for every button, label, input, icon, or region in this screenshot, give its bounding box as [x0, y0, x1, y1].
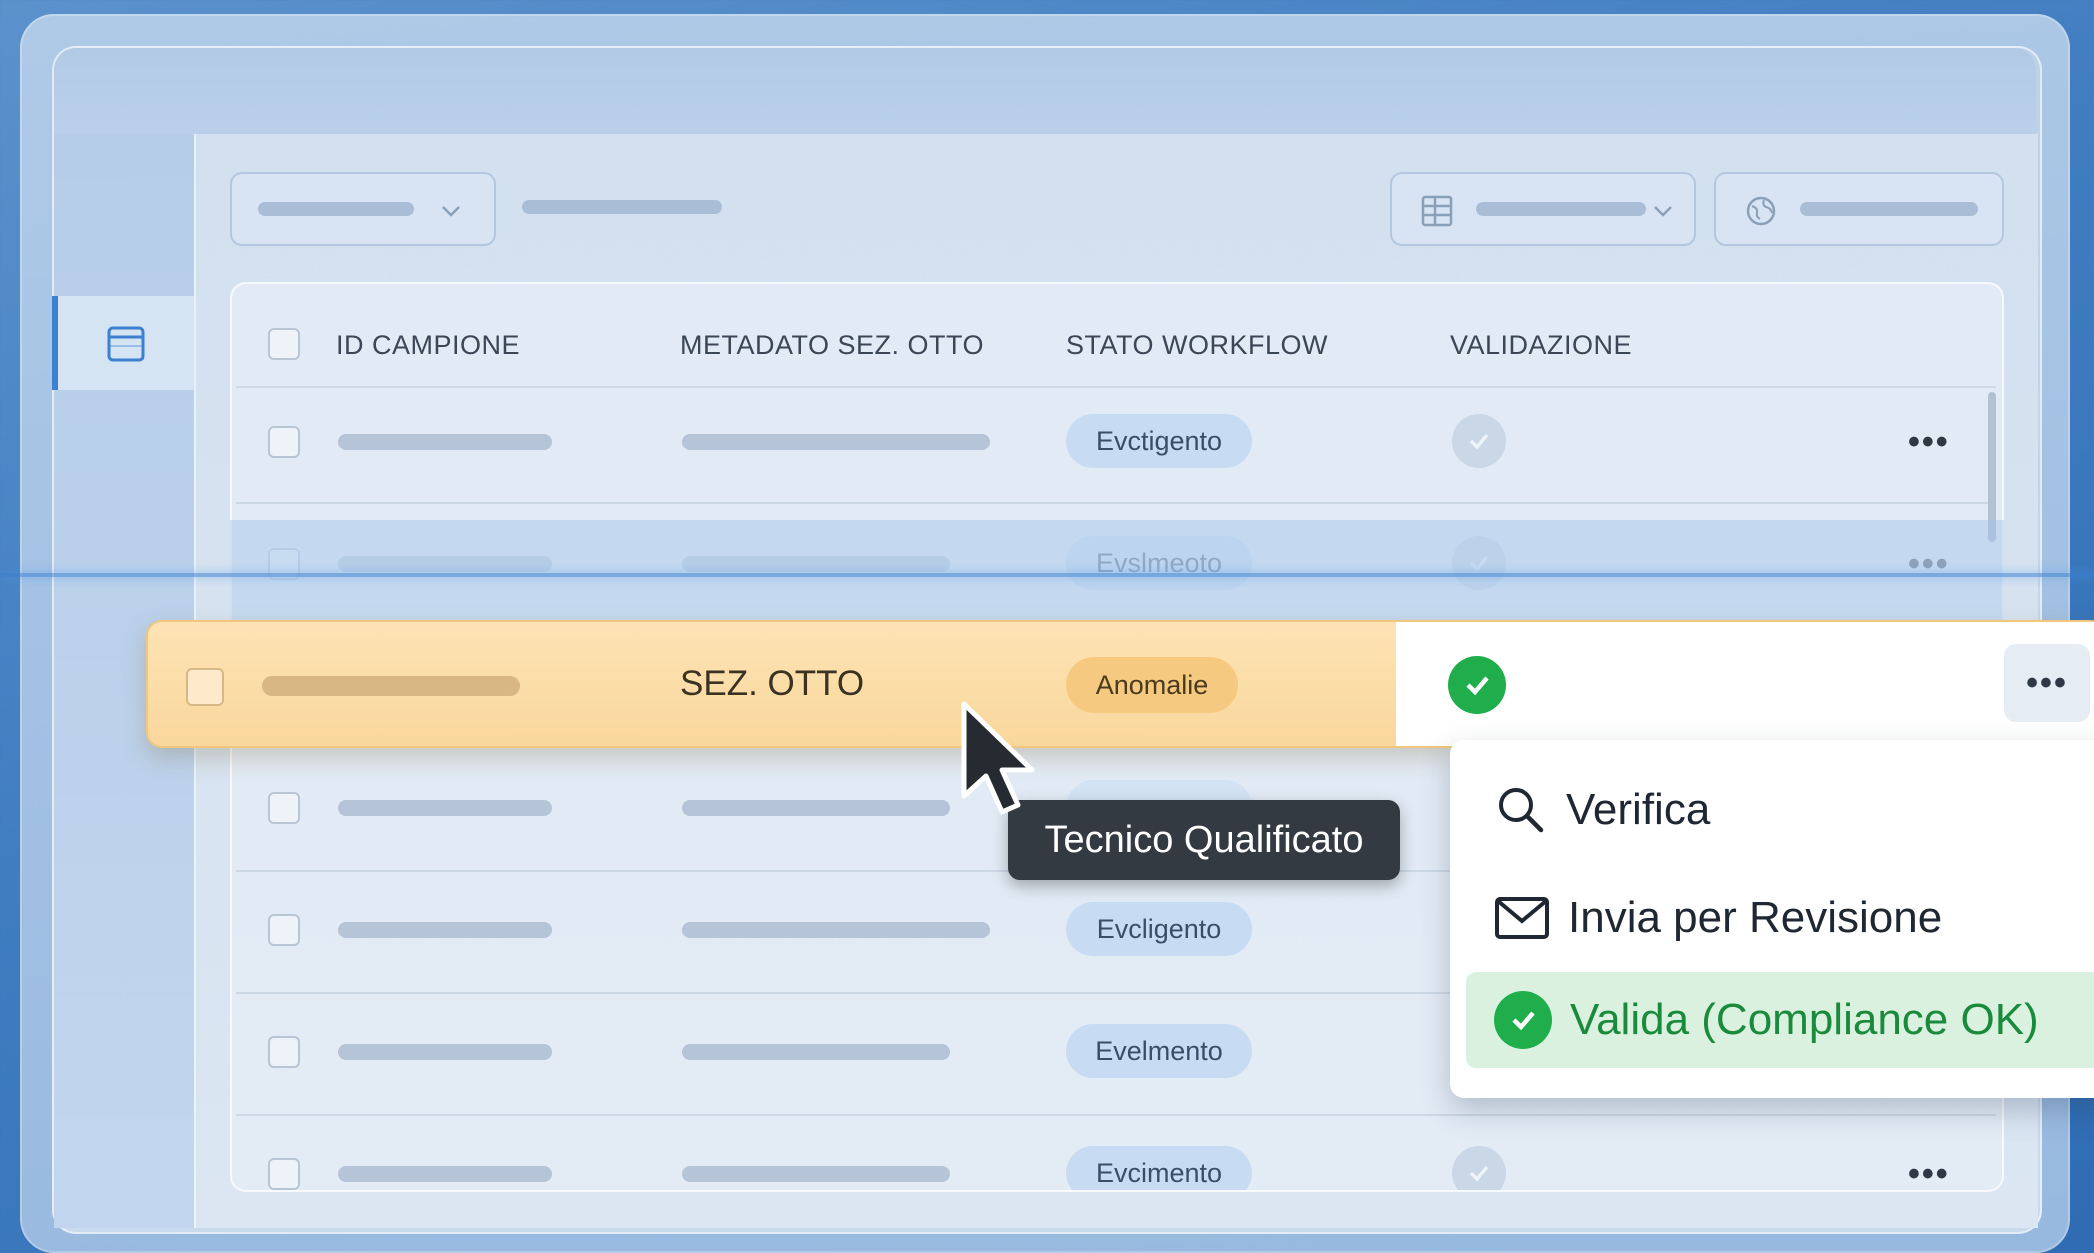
chevron-down-icon — [1654, 206, 1672, 217]
column-header-validation[interactable]: VALIDAZIONE — [1450, 330, 1632, 361]
menu-item-verify[interactable]: Verifica — [1450, 762, 2094, 858]
status-badge: Evcligento — [1066, 902, 1252, 956]
row-checkbox[interactable] — [268, 426, 300, 458]
menu-item-label: Invia per Revisione — [1568, 893, 1943, 942]
row-checkbox[interactable] — [186, 668, 224, 706]
column-header-status[interactable]: STATO WORKFLOW — [1066, 330, 1328, 361]
id-placeholder — [338, 800, 552, 816]
status-badge: Evcimento — [1066, 1146, 1252, 1190]
globe-button[interactable] — [1714, 172, 2004, 246]
metadata-placeholder — [682, 1044, 950, 1060]
id-placeholder — [262, 676, 520, 696]
divider — [236, 502, 1996, 504]
row-checkbox[interactable] — [268, 914, 300, 946]
validation-check-icon — [1452, 1146, 1506, 1190]
row-checkbox[interactable] — [268, 1158, 300, 1190]
chevron-down-icon — [442, 206, 460, 217]
validation-check-icon — [1452, 414, 1506, 468]
validated-check-icon — [1448, 656, 1506, 714]
metadata-placeholder — [682, 922, 990, 938]
menu-item-send-review[interactable]: Invia per Revisione — [1450, 870, 2094, 966]
metadata-placeholder — [682, 1166, 950, 1182]
metadata-placeholder — [682, 434, 990, 450]
metadata-placeholder — [682, 800, 950, 816]
id-placeholder — [338, 1044, 552, 1060]
menu-item-label: Valida (Compliance OK) — [1570, 995, 2039, 1044]
grid-icon — [1421, 195, 1453, 227]
divider — [236, 386, 1996, 388]
toolbar-placeholder — [522, 200, 722, 214]
user-tooltip: Tecnico Qualificato — [1008, 800, 1400, 880]
column-header-metadata[interactable]: METADATO SEZ. OTTO — [680, 330, 984, 361]
overlay-band — [230, 520, 2004, 620]
id-placeholder — [338, 1166, 552, 1182]
status-badge-anomaly: Anomalie — [1066, 657, 1238, 713]
id-placeholder — [338, 434, 552, 450]
filter-dropdown[interactable] — [230, 172, 496, 246]
mouse-cursor-icon — [961, 701, 1035, 815]
globe-icon — [1746, 196, 1776, 226]
row-checkbox[interactable] — [268, 1036, 300, 1068]
menu-item-validate[interactable]: Valida (Compliance OK) — [1466, 972, 2094, 1068]
row-checkbox[interactable] — [268, 792, 300, 824]
mail-icon — [1495, 897, 1549, 939]
row-more-icon[interactable]: ••• — [1908, 425, 1950, 459]
check-circle-icon — [1494, 991, 1552, 1049]
title-bar — [54, 48, 2036, 134]
column-header-id[interactable]: ID CAMPIONE — [336, 330, 520, 361]
view-dropdown[interactable] — [1390, 172, 1696, 246]
sidebar-item-active[interactable] — [52, 296, 194, 390]
status-badge: Evctigento — [1066, 414, 1252, 468]
select-all-checkbox[interactable] — [268, 328, 300, 360]
divider — [236, 1114, 1996, 1116]
status-badge: Evelmento — [1066, 1024, 1252, 1078]
search-icon — [1499, 788, 1544, 833]
id-placeholder — [338, 922, 552, 938]
menu-item-label: Verifica — [1566, 785, 1711, 834]
scan-line — [0, 573, 2094, 577]
window-icon — [107, 326, 145, 362]
row-more-icon[interactable]: ••• — [1908, 1157, 1950, 1190]
row-context-menu: Verifica Invia per Revisione Valida (Com… — [1450, 740, 2094, 1098]
metadata-value: SEZ. OTTO — [680, 664, 865, 703]
more-dots-icon: ••• — [2026, 664, 2068, 702]
row-more-button[interactable]: ••• — [2004, 644, 2090, 722]
